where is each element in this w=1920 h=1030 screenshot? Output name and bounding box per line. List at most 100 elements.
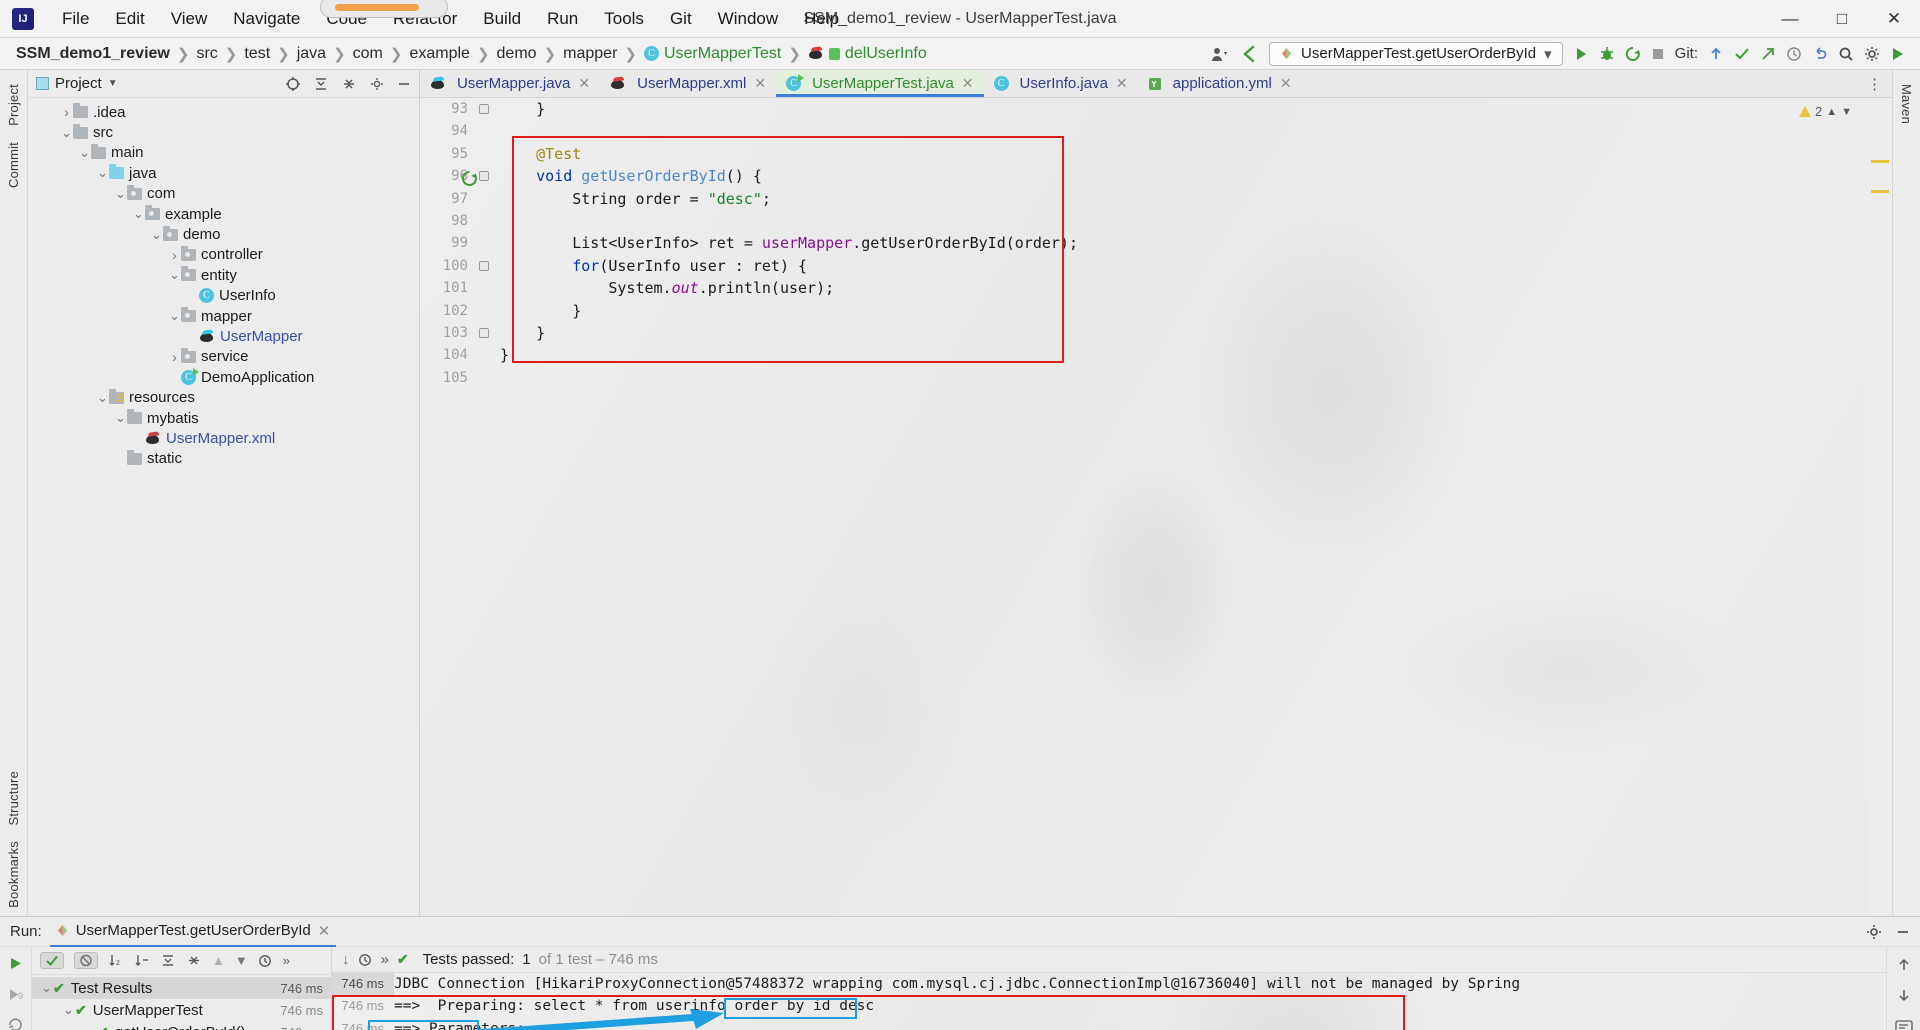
history-icon[interactable]	[258, 954, 273, 968]
code-line[interactable]	[500, 120, 1868, 142]
maximize-button[interactable]: □	[1816, 0, 1868, 38]
soft-wrap-icon[interactable]	[1894, 1019, 1913, 1030]
console-output[interactable]: 746 ms 746 ms 746 ms JDBC Connection [Hika…	[332, 973, 1886, 1030]
show-ignored-icon[interactable]	[74, 952, 98, 969]
console-line[interactable]: ==> Preparing: select * from userinfo or…	[394, 995, 1886, 1017]
code-line[interactable]: String order = "desc";	[500, 188, 1868, 210]
history-icon[interactable]	[1786, 46, 1802, 62]
fold-marker-icon[interactable]	[479, 327, 489, 338]
debug-button-icon[interactable]	[1599, 46, 1615, 62]
close-tab-icon[interactable]: ✕	[1280, 75, 1292, 92]
editor-tab-bar[interactable]: UserMapper.java ✕ UserMapper.xml ✕ C UserMapp…	[420, 70, 1892, 98]
gear-icon[interactable]	[1866, 924, 1882, 940]
warning-marker[interactable]	[1871, 160, 1889, 163]
chevron-down-icon[interactable]: ⌄	[168, 267, 181, 283]
breadcrumb-com[interactable]: com	[348, 45, 388, 63]
hide-panel-icon[interactable]	[397, 77, 411, 91]
code-line[interactable]: void getUserOrderById() {	[500, 165, 1868, 187]
more-options-icon[interactable]: »	[283, 953, 290, 968]
menu-view[interactable]: View	[159, 5, 220, 33]
test-tree-row[interactable]: ⌄ ✔ Test Results 746 ms	[32, 977, 331, 999]
tree-node-java[interactable]: ⌄ java	[28, 163, 419, 183]
breadcrumb-src[interactable]: src	[191, 45, 222, 63]
test-results-tree[interactable]: ⌄ ✔ Test Results 746 ms ⌄ ✔ UserMapperTest 746 …	[32, 975, 331, 1030]
tree-node-com[interactable]: ⌄ com	[28, 184, 419, 204]
code-line[interactable]: System.out.println(user);	[500, 277, 1868, 299]
tree-node-service[interactable]: › service	[28, 347, 419, 367]
run-button-icon[interactable]	[1573, 46, 1589, 62]
next-failed-icon[interactable]: ▼	[235, 953, 248, 968]
chevron-down-icon[interactable]: ⌄	[168, 308, 181, 324]
rail-tab-commit[interactable]: Commit	[2, 134, 25, 196]
breadcrumb-demo[interactable]: demo	[492, 45, 542, 63]
show-passed-icon[interactable]	[40, 952, 64, 969]
menu-tools[interactable]: Tools	[592, 5, 656, 33]
chevron-down-icon[interactable]: ⌄	[96, 390, 109, 406]
close-tab-icon[interactable]: ✕	[962, 75, 974, 92]
breadcrumb-class[interactable]: C UserMapperTest	[639, 45, 786, 63]
rerun-icon[interactable]	[7, 955, 24, 972]
menu-edit[interactable]: Edit	[103, 5, 156, 33]
code-line[interactable]: }	[500, 98, 1868, 120]
more-tabs-icon[interactable]: ⋮	[1867, 75, 1882, 93]
tree-node-demoapplication[interactable]: C DemoApplication	[28, 367, 419, 387]
code-line[interactable]: for(UserInfo user : ret) {	[500, 255, 1868, 277]
menu-git[interactable]: Git	[658, 5, 704, 33]
tree-node-usermapper[interactable]: UserMapper	[28, 326, 419, 346]
close-button[interactable]: ✕	[1868, 0, 1920, 38]
chevron-down-icon[interactable]: ⌄	[96, 165, 109, 181]
tree-node--idea[interactable]: › .idea	[28, 102, 419, 122]
toggle-auto-test-icon[interactable]	[7, 1017, 24, 1030]
back-arrow-icon[interactable]	[1239, 45, 1259, 63]
expand-all-icon[interactable]	[160, 954, 176, 967]
menu-file[interactable]: File	[50, 5, 101, 33]
editor-tab-usermappertest-java[interactable]: C UserMapperTest.java ✕	[776, 70, 985, 97]
chevron-down-icon[interactable]: ⌄	[114, 186, 127, 202]
test-tree-row[interactable]: ⌄ ✔ UserMapperTest 746 ms	[32, 999, 331, 1021]
tree-node-userinfo[interactable]: C UserInfo	[28, 286, 419, 306]
select-opened-file-icon[interactable]	[285, 76, 301, 92]
code-content[interactable]: } @Test void getUserOrderById() { String…	[492, 98, 1868, 916]
sort-by-duration-icon[interactable]	[134, 954, 150, 967]
search-icon[interactable]	[1838, 46, 1854, 62]
expand-all-icon[interactable]	[313, 76, 329, 92]
menu-navigate[interactable]: Navigate	[221, 5, 312, 33]
tree-node-example[interactable]: ⌄ example	[28, 204, 419, 224]
chevron-right-icon[interactable]: ›	[168, 349, 181, 365]
down-arrow-icon[interactable]: ↓	[342, 951, 350, 968]
undo-icon[interactable]	[1812, 46, 1828, 62]
scroll-up-icon[interactable]	[1896, 957, 1912, 972]
chevron-down-icon[interactable]: ⌄	[78, 145, 91, 161]
close-icon[interactable]: ✕	[318, 922, 331, 940]
chevron-down-icon[interactable]: ▼	[108, 78, 118, 89]
console-line[interactable]: ==> Parameters:	[394, 1018, 1886, 1030]
console-line[interactable]: JDBC Connection [HikariProxyConnection@5…	[394, 973, 1886, 995]
warning-marker[interactable]	[1871, 190, 1889, 193]
breadcrumb-project[interactable]: SSM_demo1_review	[8, 45, 175, 63]
tree-node-entity[interactable]: ⌄ entity	[28, 265, 419, 285]
breadcrumb-mapper[interactable]: mapper	[558, 45, 622, 63]
chevron-down-icon[interactable]: ▼	[1841, 106, 1852, 118]
hide-panel-icon[interactable]	[1896, 925, 1910, 939]
code-line[interactable]	[500, 210, 1868, 232]
rail-tab-bookmarks[interactable]: Bookmarks	[2, 833, 25, 916]
stop-button-icon[interactable]	[1651, 47, 1665, 61]
breadcrumb-test[interactable]: test	[239, 45, 275, 63]
menu-build[interactable]: Build	[471, 5, 533, 33]
tree-node-src[interactable]: ⌄ src	[28, 122, 419, 142]
fold-marker-icon[interactable]	[479, 171, 489, 182]
sort-alphabetically-icon[interactable]: z	[108, 954, 124, 967]
tree-node-mybatis[interactable]: ⌄ mybatis	[28, 408, 419, 428]
code-folding-column[interactable]	[476, 98, 492, 916]
chevron-right-icon[interactable]: ›	[60, 104, 73, 120]
collapse-all-icon[interactable]	[341, 76, 357, 92]
chevron-down-icon[interactable]: ⌄	[62, 1002, 75, 1018]
code-line[interactable]: }	[500, 300, 1868, 322]
run-configuration-selector[interactable]: UserMapperTest.getUserOrderById ▾	[1269, 41, 1563, 66]
chevron-down-icon[interactable]: ⌄	[40, 980, 53, 996]
chevron-down-icon[interactable]: ⌄	[150, 227, 163, 243]
console-text[interactable]: JDBC Connection [HikariProxyConnection@5…	[394, 973, 1886, 1030]
git-push-icon[interactable]	[1760, 46, 1776, 62]
tree-node-resources[interactable]: ⌄ resources	[28, 387, 419, 407]
code-line[interactable]	[500, 367, 1868, 389]
